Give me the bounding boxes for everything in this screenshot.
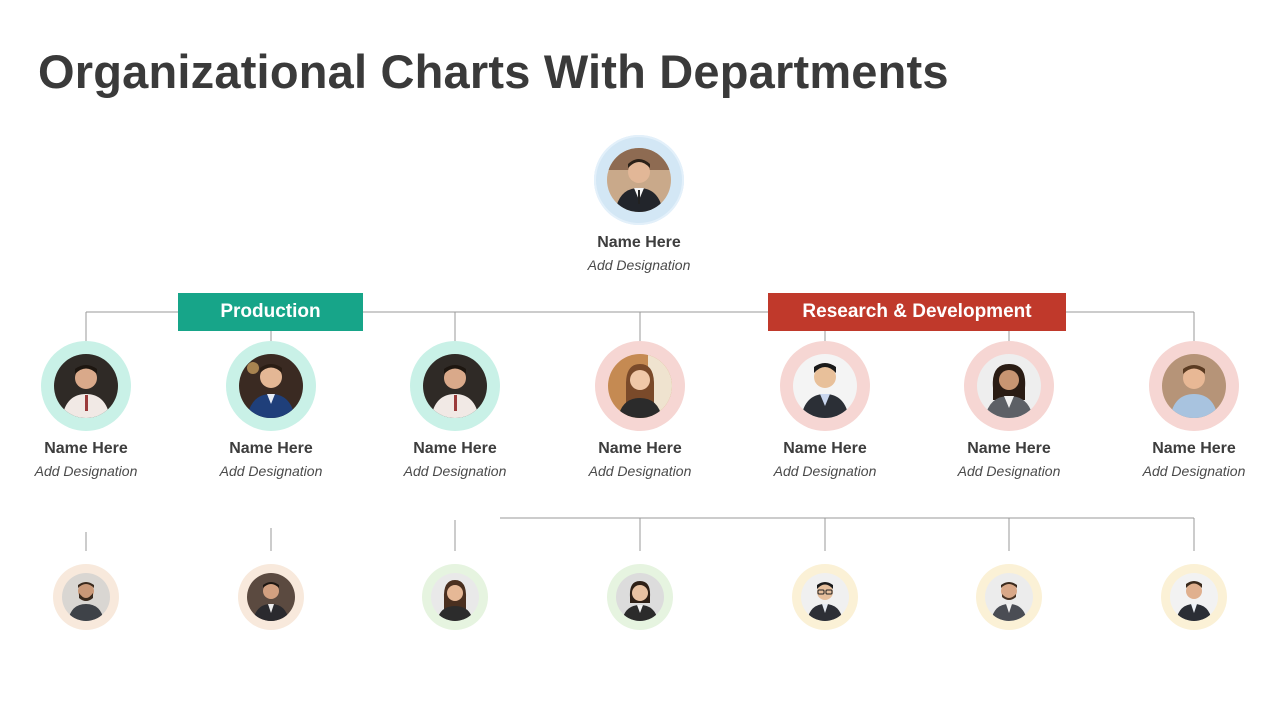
member-avatar-2 bbox=[226, 341, 316, 431]
top-avatar bbox=[594, 135, 684, 225]
person-photo-icon bbox=[977, 354, 1041, 418]
sub-avatar-4 bbox=[607, 564, 673, 630]
member-designation-5: Add Designation bbox=[773, 463, 877, 479]
member-avatar-1 bbox=[41, 341, 131, 431]
member-name-1: Name Here bbox=[44, 440, 128, 457]
member-name-2: Name Here bbox=[229, 440, 313, 457]
sub-avatar-7 bbox=[1161, 564, 1227, 630]
member-designation-6: Add Designation bbox=[957, 463, 1061, 479]
member-name-6: Name Here bbox=[967, 440, 1051, 457]
person-photo-icon bbox=[1162, 354, 1226, 418]
person-photo-icon bbox=[62, 573, 110, 621]
person-photo-icon bbox=[616, 573, 664, 621]
person-photo-icon bbox=[239, 354, 303, 418]
member-avatar-4 bbox=[595, 341, 685, 431]
member-avatar-7 bbox=[1149, 341, 1239, 431]
person-photo-icon bbox=[54, 354, 118, 418]
member-designation-3: Add Designation bbox=[403, 463, 507, 479]
sub-avatar-6 bbox=[976, 564, 1042, 630]
sub-avatar-1 bbox=[53, 564, 119, 630]
member-name-3: Name Here bbox=[413, 440, 497, 457]
member-designation-1: Add Designation bbox=[34, 463, 138, 479]
member-name-5: Name Here bbox=[783, 440, 867, 457]
person-photo-icon bbox=[431, 573, 479, 621]
top-designation: Add Designation bbox=[587, 257, 691, 273]
member-name-7: Name Here bbox=[1152, 440, 1236, 457]
person-photo-icon bbox=[985, 573, 1033, 621]
member-name-4: Name Here bbox=[598, 440, 682, 457]
sub-avatar-2 bbox=[238, 564, 304, 630]
member-designation-7: Add Designation bbox=[1142, 463, 1246, 479]
member-designation-4: Add Designation bbox=[588, 463, 692, 479]
person-photo-icon bbox=[801, 573, 849, 621]
member-avatar-3 bbox=[410, 341, 500, 431]
member-avatar-5 bbox=[780, 341, 870, 431]
sub-avatar-5 bbox=[792, 564, 858, 630]
production-department-label: Production bbox=[178, 293, 363, 331]
sub-avatar-3 bbox=[422, 564, 488, 630]
person-photo-icon bbox=[607, 148, 671, 212]
person-photo-icon bbox=[247, 573, 295, 621]
person-photo-icon bbox=[608, 354, 672, 418]
research-development-department-label: Research & Development bbox=[768, 293, 1066, 331]
member-designation-2: Add Designation bbox=[219, 463, 323, 479]
person-photo-icon bbox=[423, 354, 487, 418]
member-avatar-6 bbox=[964, 341, 1054, 431]
person-photo-icon bbox=[1170, 573, 1218, 621]
top-name: Name Here bbox=[597, 234, 681, 251]
person-photo-icon bbox=[793, 354, 857, 418]
